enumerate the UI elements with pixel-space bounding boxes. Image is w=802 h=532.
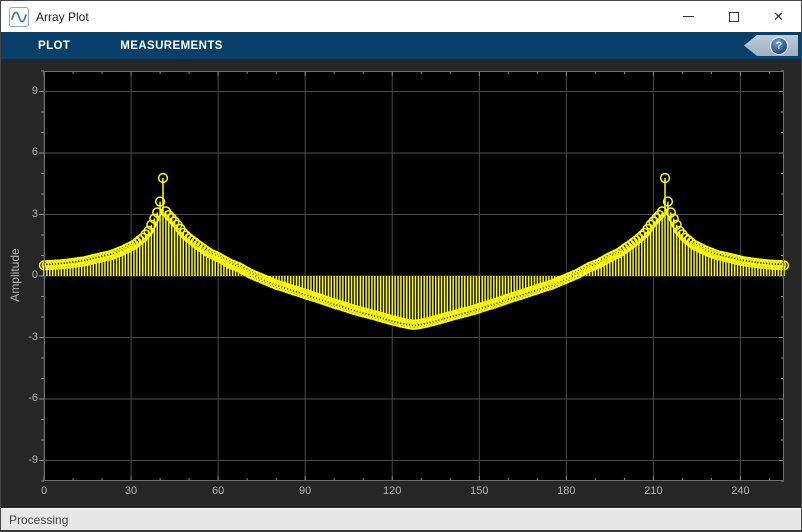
scope-area: Amplitude -9 -6 -3 0 3 6 9 0 30 60 90 120 150 180 210… <box>1 59 801 508</box>
toolstrip: PLOT MEASUREMENTS ? <box>1 32 801 59</box>
window-controls: ✕ <box>666 1 801 32</box>
y-tick-label: 3 <box>31 207 38 220</box>
x-tick-label: 180 <box>557 485 576 497</box>
x-tick-label: 30 <box>124 485 138 497</box>
title-bar: Array Plot ✕ <box>1 1 801 32</box>
x-tick-label: 150 <box>470 485 489 497</box>
x-tick-label: 210 <box>644 485 663 497</box>
x-tick-label: 240 <box>731 485 750 497</box>
window-title: Array Plot <box>36 9 89 24</box>
close-icon: ✕ <box>773 9 784 24</box>
array-plot-window: Array Plot ✕ PLOT MEASUREMENTS ? Amplitu… <box>0 0 802 532</box>
y-tick-label: -6 <box>28 392 38 404</box>
y-tick-label: 6 <box>31 146 38 158</box>
close-button[interactable]: ✕ <box>756 1 801 32</box>
maximize-button[interactable] <box>711 1 756 32</box>
sine-wave-glyph <box>11 10 27 23</box>
y-tick-label: -3 <box>28 330 38 343</box>
plot-canvas[interactable] <box>38 70 790 482</box>
x-tick-label: 60 <box>211 485 225 497</box>
help-tab[interactable]: ? <box>744 35 798 56</box>
maximize-icon <box>728 11 739 22</box>
minimize-button[interactable] <box>666 1 711 32</box>
x-tick-label: 90 <box>299 485 312 497</box>
y-tick-label: 9 <box>31 84 38 97</box>
status-text: Processing <box>9 513 69 527</box>
y-tick-label: 0 <box>31 269 38 281</box>
x-tick-label: 120 <box>383 485 402 497</box>
tab-measurements[interactable]: MEASUREMENTS <box>120 40 223 52</box>
status-bar: Processing <box>1 508 801 530</box>
y-tick-label: -9 <box>28 453 38 466</box>
minimize-icon <box>683 15 694 18</box>
help-icon[interactable]: ? <box>770 36 788 55</box>
sine-wave-icon <box>9 6 29 27</box>
tab-plot[interactable]: PLOT <box>38 40 70 52</box>
x-tick-label: 0 <box>40 485 48 497</box>
